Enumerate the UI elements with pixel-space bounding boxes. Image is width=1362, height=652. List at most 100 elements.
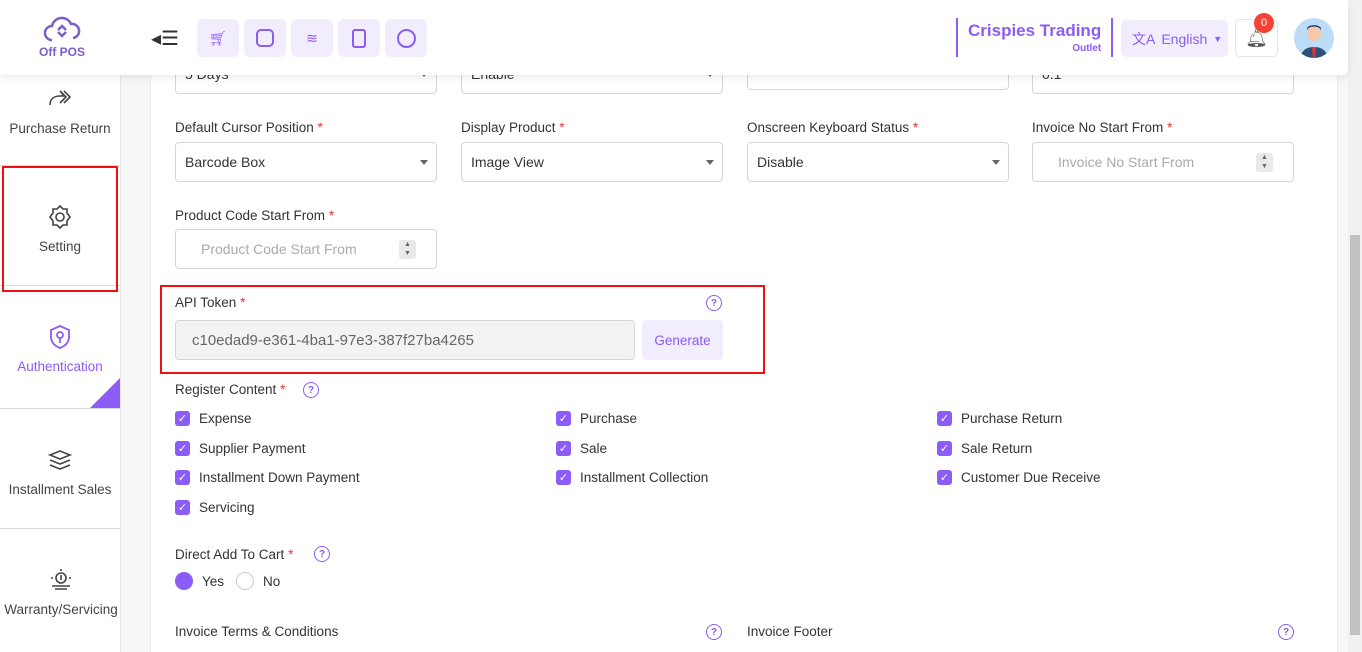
radio-label: No: [263, 573, 281, 589]
dashboard-icon: [396, 28, 416, 48]
register-content-label: Register Content *: [175, 382, 286, 397]
select-value: Barcode Box: [185, 154, 266, 170]
checkbox-label: Purchase Return: [961, 411, 1063, 426]
display-product-label: Display Product *: [461, 120, 565, 135]
sidebar: Purchase Return Setting Authentication I…: [0, 0, 121, 652]
outlet-info[interactable]: Crispies Trading Outlet: [956, 18, 1114, 57]
language-select[interactable]: 文A English ▼: [1121, 20, 1228, 57]
clock-icon: [256, 29, 274, 47]
sidebar-item-label: Purchase Return: [9, 121, 111, 136]
register-checkbox[interactable]: ✓ Installment Collection: [556, 470, 708, 485]
sidebar-item-warranty[interactable]: Warranty/Servicing: [0, 529, 122, 649]
product-code-label: Product Code Start From *: [175, 208, 335, 223]
placeholder: Invoice No Start From: [1058, 154, 1195, 170]
register-checkbox[interactable]: ✓ Sale Return: [937, 440, 1033, 456]
register-checkbox[interactable]: ✓ Purchase: [556, 411, 637, 426]
radio-yes[interactable]: Yes: [175, 572, 224, 590]
logo[interactable]: Off POS: [36, 14, 88, 59]
dashboard-button[interactable]: [385, 19, 427, 57]
invoice-footer-label: Invoice Footer: [747, 624, 833, 639]
checkbox-checked: ✓: [175, 470, 190, 485]
display-product-select[interactable]: Image View: [461, 142, 723, 182]
checkbox-checked: ✓: [937, 470, 952, 485]
sidebar-item-installment-sales[interactable]: Installment Sales: [0, 409, 120, 529]
checkbox-label: Purchase: [580, 411, 638, 426]
outlet-name: Crispies Trading: [968, 21, 1102, 40]
settings-form: 5 Days Enable 10 0.1 Default Cursor Posi…: [150, 0, 1338, 652]
checkbox-checked: ✓: [175, 440, 190, 456]
select-value: Image View: [471, 154, 544, 170]
cart-icon: 🛒︎: [209, 29, 227, 46]
invoice-start-input[interactable]: Invoice No Start From ▲ ▼: [1032, 142, 1294, 182]
api-token-highlight: [160, 285, 765, 374]
help-icon[interactable]: ?: [303, 382, 319, 398]
receipt-icon: [352, 28, 366, 48]
register-checkbox[interactable]: ✓ Sale: [556, 440, 608, 456]
layers-icon: [47, 450, 73, 470]
radio-label: Yes: [202, 573, 225, 589]
sidebar-item-authentication[interactable]: Authentication: [0, 286, 120, 409]
cart-button[interactable]: 🛒︎: [197, 19, 239, 57]
notification-badge: 0: [1254, 13, 1274, 33]
sidebar-item-label: Installment Sales: [8, 482, 112, 497]
avatar[interactable]: [1294, 18, 1334, 58]
register-checkbox[interactable]: ✓ Servicing: [175, 499, 255, 515]
register-checkbox[interactable]: ✓ Customer Due Receive: [937, 470, 1101, 485]
scrollbar-thumb[interactable]: [1350, 235, 1360, 635]
clock-button[interactable]: [244, 19, 286, 57]
checkbox-label: Sale Return: [961, 440, 1033, 456]
caret-down-icon: ▼: [1213, 33, 1223, 44]
checkbox-checked: ✓: [175, 499, 190, 515]
radio-checked: [175, 572, 193, 590]
checkbox-label: Sale: [580, 440, 608, 456]
checkbox-label: Installment Collection: [580, 470, 709, 485]
active-indicator: [90, 378, 120, 408]
help-icon[interactable]: ?: [706, 624, 722, 640]
outlet-label: Outlet: [1072, 43, 1102, 54]
onscreen-keyboard-label: Onscreen Keyboard Status *: [747, 120, 919, 135]
checkbox-label: Supplier Payment: [199, 440, 306, 456]
checkbox-label: Servicing: [199, 499, 255, 515]
shield-icon: [50, 325, 70, 349]
checkbox-checked: ✓: [556, 411, 571, 426]
default-cursor-label: Default Cursor Position *: [175, 120, 323, 135]
layers-icon: ≋: [306, 29, 318, 46]
invoice-start-label: Invoice No Start From *: [1032, 120, 1173, 135]
user-avatar-icon: [1300, 25, 1328, 58]
purchase-return-icon: [49, 90, 72, 106]
setting-highlight: [2, 166, 118, 292]
sidebar-item-purchase-return[interactable]: Purchase Return: [0, 75, 120, 166]
cloud-sync-icon: [43, 16, 81, 42]
onscreen-keyboard-select[interactable]: Disable: [747, 142, 1009, 182]
direct-add-label: Direct Add To Cart *: [175, 547, 294, 562]
top-header: Off POS ◂☰ 🛒︎ ≋ Crispies Trading Outlet 文…: [0, 0, 1348, 75]
register-checkbox[interactable]: ✓ Expense: [175, 411, 252, 426]
layers-button[interactable]: ≋: [291, 19, 333, 57]
register-checkbox[interactable]: ✓ Installment Down Payment: [175, 470, 360, 485]
sidebar-item-label: Authentication: [17, 359, 103, 374]
logo-text: Off POS: [38, 45, 85, 59]
language-value: English: [1161, 30, 1208, 47]
default-cursor-select[interactable]: Barcode Box: [175, 142, 437, 182]
checkbox-checked: ✓: [937, 411, 952, 426]
spinner[interactable]: ▲ ▼: [1256, 153, 1273, 172]
radio-unchecked: [236, 572, 254, 590]
help-icon[interactable]: ?: [1278, 624, 1294, 640]
warranty-icon: [51, 569, 71, 590]
spinner[interactable]: ▲ ▼: [399, 240, 416, 259]
register-checkbox[interactable]: ✓ Supplier Payment: [175, 440, 306, 456]
checkbox-label: Installment Down Payment: [199, 470, 360, 485]
help-icon[interactable]: ?: [314, 546, 330, 562]
checkbox-label: Customer Due Receive: [961, 470, 1101, 485]
translate-icon: 文A: [1132, 30, 1156, 47]
checkbox-checked: ✓: [175, 411, 190, 426]
product-code-input[interactable]: Product Code Start From ▲ ▼: [175, 229, 437, 269]
receipt-button[interactable]: [338, 19, 380, 57]
register-checkbox[interactable]: ✓ Purchase Return: [937, 411, 1062, 426]
checkbox-label: Expense: [199, 411, 252, 426]
radio-no[interactable]: No: [236, 572, 280, 590]
menu-collapse-icon[interactable]: ◂☰: [151, 26, 179, 51]
checkbox-checked: ✓: [556, 440, 571, 456]
invoice-terms-label: Invoice Terms & Conditions: [175, 624, 339, 639]
checkbox-checked: ✓: [937, 440, 952, 456]
